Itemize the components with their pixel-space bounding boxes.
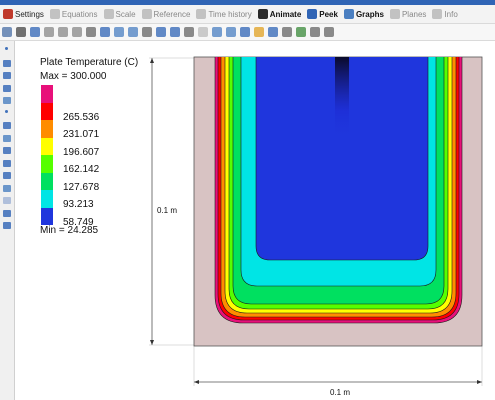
- dimension-horizontal: [193, 346, 483, 386]
- hot-core-streak: [335, 57, 349, 177]
- height-dimension-label: 0.1 m: [157, 206, 178, 215]
- temperature-contour-plot[interactable]: [0, 0, 495, 400]
- dimension-vertical: [149, 57, 194, 346]
- width-dimension-label: 0.1 m: [330, 388, 351, 397]
